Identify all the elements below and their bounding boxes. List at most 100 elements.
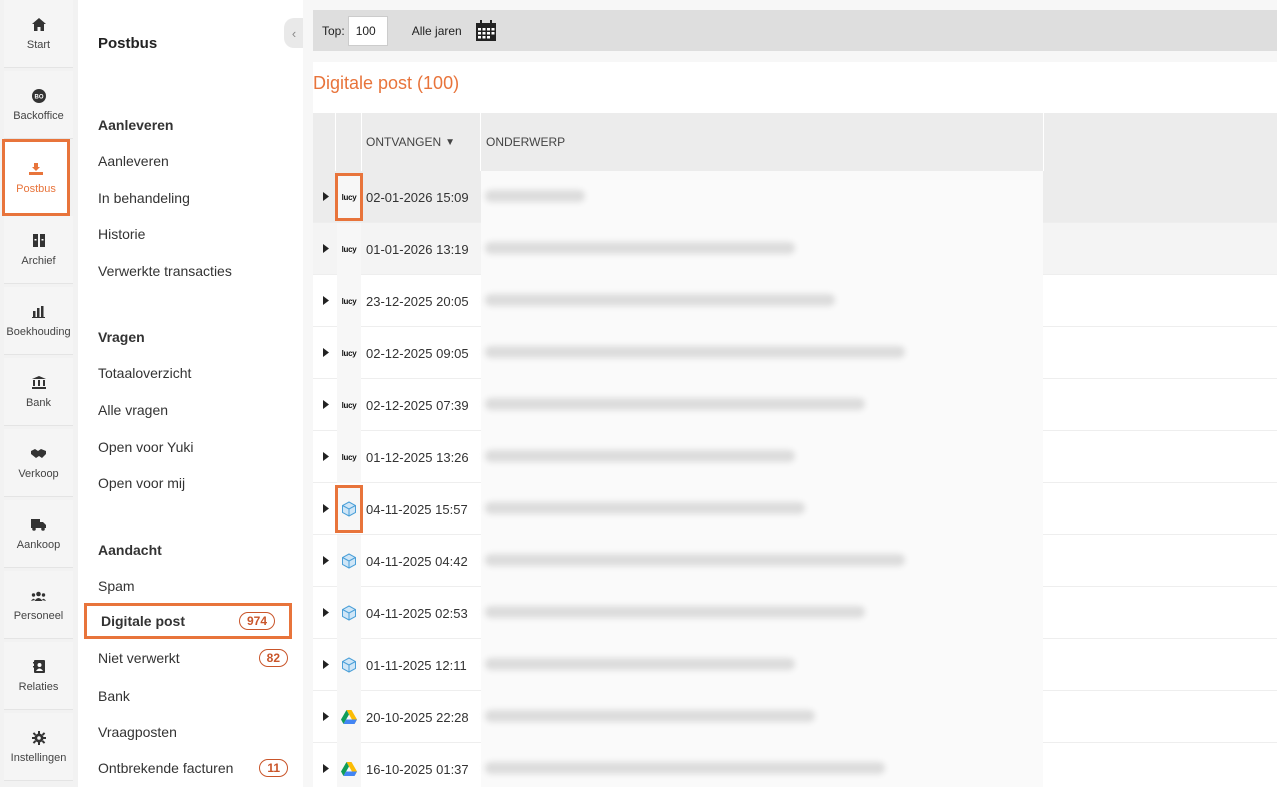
rail-item-aankoop[interactable]: Aankoop bbox=[4, 500, 73, 568]
expand-row-icon[interactable] bbox=[321, 761, 331, 775]
chevron-left-icon: ‹ bbox=[291, 25, 297, 41]
main-nav-rail: Start BO Backoffice Postbus Archief Boek… bbox=[0, 0, 78, 787]
table-row[interactable]: 01-11-2025 12:11 bbox=[313, 639, 1277, 691]
lucy-logo-icon: lucy bbox=[337, 275, 361, 327]
rail-label: Bank bbox=[25, 396, 52, 409]
table-row[interactable]: lucy 02-12-2025 09:05 bbox=[313, 327, 1277, 379]
nav-item-aanleveren[interactable]: Aanleveren bbox=[98, 153, 288, 169]
expand-row-icon[interactable] bbox=[321, 709, 331, 723]
nav-item-open-voor-mij[interactable]: Open voor mij bbox=[98, 475, 288, 491]
rail-item-verkoop[interactable]: Verkoop bbox=[4, 429, 73, 497]
table-row[interactable]: lucy 02-01-2026 15:09 bbox=[313, 171, 1277, 223]
nav-item-spam[interactable]: Spam bbox=[98, 578, 288, 594]
redacted-subject bbox=[485, 346, 905, 358]
table-row[interactable]: 20-10-2025 22:28 bbox=[313, 691, 1277, 743]
table-row[interactable]: 04-11-2025 15:57 bbox=[313, 483, 1277, 535]
table-row[interactable]: lucy 23-12-2025 20:05 bbox=[313, 275, 1277, 327]
nav-item-verwerkte-transacties[interactable]: Verwerkte transacties bbox=[98, 263, 288, 279]
bar-chart-icon bbox=[31, 304, 47, 320]
lucy-logo-icon: lucy bbox=[337, 431, 361, 483]
table-row[interactable]: 16-10-2025 01:37 bbox=[313, 743, 1277, 787]
lucy-logo-icon: lucy bbox=[337, 223, 361, 275]
nav-item-alle-vragen[interactable]: Alle vragen bbox=[98, 402, 288, 418]
expand-row-icon[interactable] bbox=[321, 397, 331, 411]
nav-item-historie[interactable]: Historie bbox=[98, 226, 288, 242]
table-row[interactable]: lucy 01-12-2025 13:26 bbox=[313, 431, 1277, 483]
expand-row-icon[interactable] bbox=[321, 345, 331, 359]
filter-toolbar: Top: 100 Alle jaren bbox=[313, 10, 1277, 51]
cube-source-icon bbox=[337, 587, 361, 639]
rail-item-bank[interactable]: Bank bbox=[4, 358, 73, 426]
section-heading-vragen: Vragen bbox=[98, 329, 145, 345]
table-row[interactable]: lucy 01-01-2026 13:19 bbox=[313, 223, 1277, 275]
expand-row-icon[interactable] bbox=[321, 657, 331, 671]
nav-item-digitale-post[interactable]: Digitale post 974 bbox=[84, 603, 292, 639]
redacted-subject bbox=[485, 398, 865, 410]
received-date: 20-10-2025 22:28 bbox=[366, 709, 469, 725]
subnav-title: Postbus bbox=[98, 35, 158, 52]
expand-row-icon[interactable] bbox=[321, 241, 331, 255]
table-row[interactable]: 04-11-2025 04:42 bbox=[313, 535, 1277, 587]
rail-item-postbus[interactable]: Postbus bbox=[2, 139, 70, 216]
expand-row-icon[interactable] bbox=[321, 189, 331, 203]
expand-row-icon[interactable] bbox=[321, 605, 331, 619]
received-date: 02-12-2025 07:39 bbox=[366, 397, 469, 413]
nav-item-niet-verwerkt[interactable]: Niet verwerkt 82 bbox=[98, 649, 288, 667]
nav-item-vraagposten[interactable]: Vraagposten bbox=[98, 724, 288, 740]
rail-label: Aankoop bbox=[16, 538, 61, 551]
nav-item-in-behandeling[interactable]: In behandeling bbox=[98, 190, 288, 206]
top-count-input[interactable]: 100 bbox=[347, 15, 388, 46]
redacted-subject bbox=[485, 606, 865, 618]
column-header-onderwerp[interactable]: ONDERWERP bbox=[486, 113, 565, 171]
rail-item-boekhouding[interactable]: Boekhouding bbox=[4, 287, 73, 355]
expand-row-icon[interactable] bbox=[321, 553, 331, 567]
count-badge: 974 bbox=[238, 612, 275, 630]
contact-book-icon bbox=[31, 659, 47, 675]
people-icon bbox=[31, 588, 47, 604]
top-label: Top: bbox=[322, 23, 345, 38]
rail-item-start[interactable]: Start bbox=[4, 0, 73, 68]
google-drive-icon bbox=[337, 691, 361, 743]
collapse-sidebar-button[interactable]: ‹ bbox=[284, 18, 304, 48]
expand-row-icon[interactable] bbox=[321, 501, 331, 515]
rail-item-backoffice[interactable]: BO Backoffice bbox=[4, 71, 73, 139]
received-date: 04-11-2025 04:42 bbox=[366, 553, 468, 569]
nav-item-open-voor-yuki[interactable]: Open voor Yuki bbox=[98, 439, 288, 455]
gear-icon bbox=[31, 730, 47, 746]
rail-item-archief[interactable]: Archief bbox=[4, 216, 73, 284]
year-filter[interactable]: Alle jaren bbox=[412, 24, 462, 38]
rail-item-personeel[interactable]: Personeel bbox=[4, 571, 73, 639]
lucy-logo-icon: lucy bbox=[337, 379, 361, 431]
received-date: 02-12-2025 09:05 bbox=[366, 345, 469, 361]
nav-item-ontbrekende-facturen[interactable]: Ontbrekende facturen 11 bbox=[98, 759, 288, 777]
expand-row-icon[interactable] bbox=[321, 449, 331, 463]
lucy-logo-icon: lucy bbox=[337, 327, 361, 379]
table-row[interactable]: lucy 02-12-2025 07:39 bbox=[313, 379, 1277, 431]
received-date: 01-11-2025 12:11 bbox=[366, 657, 467, 673]
rail-label: Verkoop bbox=[18, 467, 59, 480]
postbus-subnav: Postbus Aanleveren Aanleveren In behande… bbox=[78, 0, 303, 787]
calendar-icon[interactable] bbox=[475, 19, 497, 42]
truck-icon bbox=[31, 517, 47, 533]
redacted-subject bbox=[485, 762, 885, 774]
handshake-icon bbox=[31, 446, 47, 462]
received-date: 23-12-2025 20:05 bbox=[366, 293, 469, 309]
redacted-subject bbox=[485, 294, 835, 306]
cube-source-icon bbox=[337, 639, 361, 691]
nav-item-bank[interactable]: Bank bbox=[98, 688, 288, 704]
nav-item-totaaloverzicht[interactable]: Totaaloverzicht bbox=[98, 365, 288, 381]
home-icon bbox=[31, 17, 47, 33]
expand-row-icon[interactable] bbox=[321, 293, 331, 307]
received-date: 04-11-2025 02:53 bbox=[366, 605, 468, 621]
rail-label: Backoffice bbox=[13, 109, 64, 122]
rail-label: Archief bbox=[21, 254, 56, 267]
table-row[interactable]: 04-11-2025 02:53 bbox=[313, 587, 1277, 639]
rail-item-instellingen[interactable]: Instellingen bbox=[4, 713, 73, 781]
table-header: ONTVANGEN ▼ ONDERWERP bbox=[313, 113, 1277, 171]
column-header-ontvangen[interactable]: ONTVANGEN ▼ bbox=[366, 113, 455, 171]
google-drive-icon bbox=[337, 743, 361, 787]
inbox-icon bbox=[28, 161, 44, 177]
received-date: 02-01-2026 15:09 bbox=[366, 189, 469, 205]
rail-item-relaties[interactable]: Relaties bbox=[4, 642, 73, 710]
archive-icon bbox=[31, 233, 47, 249]
